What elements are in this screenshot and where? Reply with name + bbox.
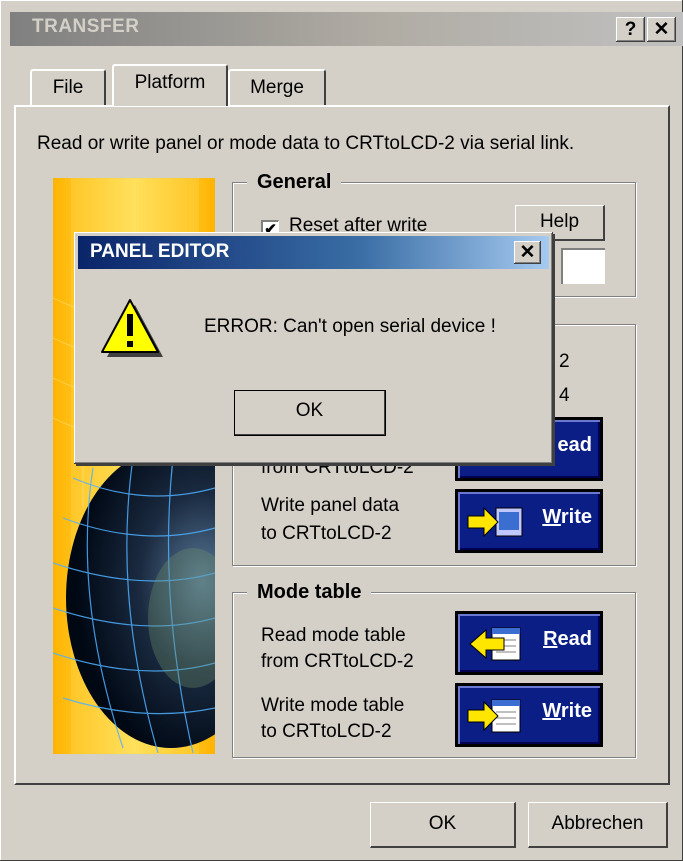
description-text: Read or write panel or mode data to CRTt…: [37, 133, 575, 154]
cancel-button[interactable]: Abbrechen: [528, 802, 668, 848]
read-mode-label-line1: Read mode table: [261, 625, 406, 646]
help-caption-button[interactable]: ?: [616, 17, 645, 42]
mode-table-group-title: Mode table: [247, 580, 372, 604]
read-from-device-icon: [469, 627, 521, 661]
write-table-icon: [467, 699, 521, 733]
dialog-close-icon[interactable]: ✕: [514, 241, 541, 264]
panel-editor-dialog: PANEL EDITOR ✕ ERROR: Can't open serial …: [74, 232, 553, 464]
dialog-message: ERROR: Can't open serial device !: [204, 316, 496, 337]
write-mode-button[interactable]: Write: [455, 683, 603, 747]
read-panel-button-label: ead: [557, 434, 592, 456]
write-to-device-icon: [467, 506, 523, 538]
port-field[interactable]: [561, 248, 605, 284]
general-group-title: General: [247, 170, 342, 194]
read-mode-button[interactable]: Read: [455, 611, 603, 675]
window-title: TRANSFER: [32, 16, 140, 37]
tab-merge[interactable]: Merge: [228, 69, 326, 107]
ok-button[interactable]: OK: [370, 802, 516, 848]
tab-platform[interactable]: Platform: [112, 64, 228, 106]
window-titlebar[interactable]: TRANSFER ? ✕: [10, 12, 683, 46]
dialog-title: PANEL EDITOR: [90, 241, 230, 262]
write-mode-button-label: Write: [542, 700, 592, 722]
write-mode-label-line2: to CRTtoLCD-2: [261, 721, 392, 742]
write-panel-button-label: Write: [542, 506, 592, 528]
warning-icon: [101, 299, 163, 357]
tab-file[interactable]: File: [30, 69, 106, 107]
close-icon[interactable]: ✕: [647, 17, 676, 42]
write-mode-label-line1: Write mode table: [261, 695, 405, 716]
write-panel-button[interactable]: Write: [455, 489, 603, 553]
write-panel-label-line2: to CRTtoLCD-2: [261, 523, 392, 544]
panel-partial-text-4: 4: [559, 385, 570, 406]
read-mode-button-label: Read: [543, 628, 592, 650]
panel-partial-text-2: 2: [559, 351, 570, 372]
read-mode-label-line2: from CRTtoLCD-2: [261, 651, 414, 672]
dialog-titlebar[interactable]: PANEL EDITOR ✕: [78, 236, 549, 269]
dialog-ok-button[interactable]: OK: [234, 390, 386, 436]
mode-table-group: Mode table Read mode table from CRTtoLCD…: [232, 580, 636, 758]
write-panel-label-line1: Write panel data: [261, 495, 400, 516]
